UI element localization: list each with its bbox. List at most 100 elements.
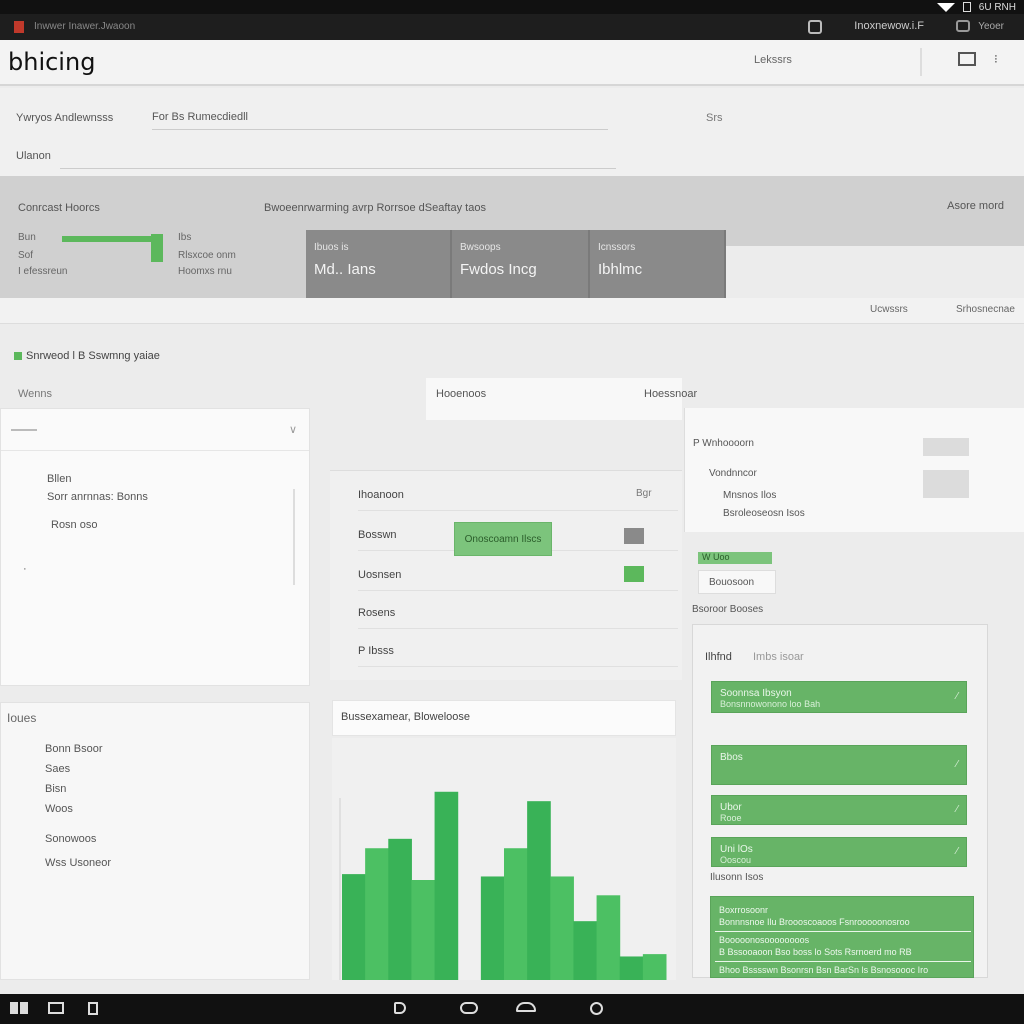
detail-line: Bhoo Bsssswn Bsonrsn Bsn BarSn ls Bsnoso… <box>719 965 929 975</box>
tab-primary[interactable]: Hooenoos <box>436 388 486 400</box>
chart-bar[interactable] <box>434 791 459 980</box>
help-link[interactable]: Yeoer <box>978 21 1004 32</box>
chart-bar[interactable] <box>365 848 389 980</box>
list-item[interactable]: Bbos ⁄ <box>711 745 967 785</box>
form-row-label: P Ibsss <box>358 631 678 667</box>
summary-title: Conrcast Hoorcs <box>18 202 100 214</box>
section-marker-icon <box>14 352 22 360</box>
toggle-chip[interactable] <box>624 566 644 582</box>
detail-line: Boxrrosoonr <box>719 905 769 915</box>
chart-bar[interactable] <box>342 874 366 980</box>
page-title: bhicing <box>8 48 96 76</box>
list-item-title: Ubor <box>720 802 742 813</box>
list-item[interactable]: Sonowoos <box>45 833 96 845</box>
summary-action-link[interactable]: Asore mord <box>947 200 1004 212</box>
filter-input[interactable]: For Bs Rumecdiedll <box>152 108 608 130</box>
status-bar: 6U RNH <box>0 0 1024 14</box>
kpi-value: Fwdos Incg <box>460 261 537 278</box>
list-item-title: Bbos <box>720 752 743 763</box>
recent-apps-icon[interactable] <box>10 1002 18 1014</box>
chart-bar[interactable] <box>596 895 621 980</box>
filter-chip[interactable]: Bouosoon <box>698 570 776 594</box>
primary-action-button[interactable]: Onoscoamn Ilscs <box>454 522 552 556</box>
app-header: bhicing Lekssrs ⁝ <box>0 40 1024 86</box>
overview-icon[interactable] <box>590 1002 603 1015</box>
screenshot-icon[interactable] <box>48 1002 64 1014</box>
list-item[interactable]: Ubor Rooe ⁄ <box>711 795 967 825</box>
detail-divider <box>715 961 971 962</box>
grid-view-icon[interactable] <box>958 52 976 66</box>
right-panel-text: Vondnncor <box>709 468 757 479</box>
chart-bar[interactable] <box>527 801 551 980</box>
chart-bar[interactable] <box>411 880 436 980</box>
back-icon[interactable] <box>394 1002 406 1014</box>
kpi-card[interactable]: Icnssors Ibhlmc <box>590 230 726 298</box>
clipboard-icon[interactable] <box>88 1002 98 1015</box>
list-item-title: Soonnsa Ibsyon <box>720 688 792 699</box>
chevron-right-icon: ⁄ <box>956 759 958 770</box>
chart-bar[interactable] <box>573 921 598 980</box>
left-panel-text: Sorr anrnnas: Bonns <box>47 491 148 503</box>
detail-card[interactable]: Boxrrosoonr Bonnnsnoe Ilu Broooscoaoos F… <box>710 896 974 978</box>
pager-next[interactable]: Srhosnecnae <box>956 304 1015 315</box>
list-item-meta: Ooscou <box>720 855 752 865</box>
list-item[interactable]: Soonnsa Ibsyon Bonsnnowonono loo Bah ⁄ <box>711 681 967 713</box>
summary-side-text: Rlsxcoe onm <box>178 250 236 261</box>
car-mode-icon[interactable] <box>516 1002 536 1012</box>
detail-line: B Bssooaoon Bso boss lo Sots Rsrnoerd mo… <box>719 947 912 957</box>
status-chip[interactable]: W Uoo <box>698 552 772 564</box>
list-item[interactable]: Uni lOs Ooscou ⁄ <box>711 837 967 867</box>
chart-bar[interactable] <box>504 848 528 980</box>
pager-prev[interactable]: Ucwssrs <box>870 304 908 315</box>
right-panel-badge <box>923 470 969 498</box>
toggle-chip[interactable] <box>624 528 644 544</box>
recent-apps-icon[interactable] <box>20 1002 28 1014</box>
filter-label-2: Ulanon <box>16 150 51 162</box>
summary-side-text: Hoomxs rnu <box>178 266 232 277</box>
kpi-card[interactable]: Bwsoops Fwdos Incg <box>452 230 590 298</box>
chat-icon[interactable] <box>956 20 970 32</box>
header-link[interactable]: Lekssrs <box>754 54 792 66</box>
chevron-right-icon: ⁄ <box>956 846 958 857</box>
tab-secondary[interactable]: Hoessnoar <box>644 388 697 400</box>
scrollbar[interactable] <box>293 489 295 585</box>
kpi-label: Ibuos is <box>314 242 349 253</box>
progress-handle[interactable] <box>151 234 163 262</box>
list-item-title: Uni lOs <box>720 844 753 855</box>
kpi-label: Icnssors <box>598 242 636 253</box>
more-icon[interactable]: ⁝ <box>994 52 998 66</box>
window-title: Inwwer Inawer.Jwaoon <box>34 21 136 32</box>
chart-bar[interactable] <box>388 838 412 980</box>
progress-bar <box>62 236 162 242</box>
user-name-link[interactable]: Inoxnewow.i.F <box>854 20 924 32</box>
left-panel-card-2: Ioues Bonn Bsoor Saes Bisn Woos Sonowoos… <box>0 702 310 980</box>
chart-bar[interactable] <box>480 876 505 980</box>
chevron-right-icon: ⁄ <box>956 691 958 702</box>
form-row-label: Rosens <box>358 593 678 629</box>
collapse-icon[interactable] <box>11 429 37 431</box>
kpi-value: Md.. Ians <box>314 261 376 278</box>
list-item[interactable]: Wss Usoneor <box>45 857 111 869</box>
left-panel-card: ∨ Bllen Sorr anrnnas: Bonns Rosn oso · <box>0 408 310 686</box>
list-item[interactable]: Bisn <box>45 783 66 795</box>
app-logo-icon <box>14 21 24 33</box>
chart-bar[interactable] <box>619 956 644 980</box>
left-panel-header[interactable]: ∨ <box>1 409 309 451</box>
list-item[interactable]: Bonn Bsoor <box>45 743 102 755</box>
list-item[interactable]: Woos <box>45 803 73 815</box>
kpi-card[interactable]: Ibuos is Md.. Ians <box>306 230 452 298</box>
right-list-heading: Ilhfnd Imbs isoar <box>705 651 804 663</box>
chart-bar[interactable] <box>550 876 574 980</box>
left-panel-text: Bllen <box>47 473 72 485</box>
home-icon[interactable] <box>460 1002 478 1014</box>
chevron-down-icon[interactable]: ∨ <box>289 423 297 436</box>
list-item[interactable]: Saes <box>45 763 70 775</box>
chart-bar[interactable] <box>642 954 667 980</box>
right-list-note: Ilusonn Isos <box>710 872 764 883</box>
status-time: 6U RNH <box>978 1 1016 13</box>
summary-right-band <box>726 246 1024 298</box>
chart-area <box>332 738 676 980</box>
right-list-heading-extra: Imbs isoar <box>752 651 804 663</box>
bullet-icon: · <box>23 563 27 575</box>
user-icon[interactable] <box>808 20 822 34</box>
